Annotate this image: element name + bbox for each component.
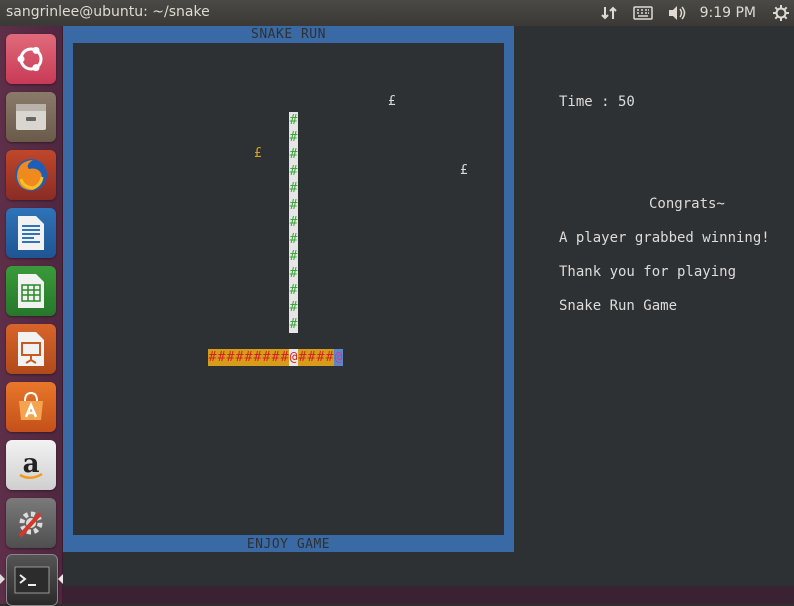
terminal-icon[interactable] bbox=[6, 554, 58, 606]
impress-icon[interactable] bbox=[6, 324, 56, 374]
food-item: £ bbox=[254, 146, 262, 161]
snake-head-player1: @ bbox=[289, 349, 298, 366]
gear-icon[interactable] bbox=[770, 4, 792, 22]
system-tray: 9:19 PM bbox=[592, 0, 794, 26]
snake-segment-horizontal: # bbox=[316, 349, 325, 366]
window-title: sangrinlee@ubuntu: ~/snake bbox=[6, 4, 210, 20]
software-center-icon[interactable] bbox=[6, 382, 56, 432]
game-title: SNAKE RUN bbox=[251, 27, 326, 42]
svg-text:a: a bbox=[23, 449, 40, 479]
calc-icon[interactable] bbox=[6, 266, 56, 316]
launcher-bottom-strip bbox=[63, 586, 794, 604]
snake-segment-horizontal: # bbox=[325, 349, 334, 366]
snake-segment-horizontal: # bbox=[298, 349, 307, 366]
snake-segment-horizontal: # bbox=[226, 349, 235, 366]
food-item: £ bbox=[460, 163, 468, 178]
game-footer: ENJOY GAME bbox=[246, 537, 331, 552]
snake-segment-horizontal: # bbox=[262, 349, 271, 366]
snake-segment-vertical: # bbox=[289, 231, 298, 248]
snake-segment-vertical: # bbox=[289, 197, 298, 214]
snake-head-player2: @ bbox=[334, 349, 343, 366]
snake-segment-horizontal: # bbox=[280, 349, 289, 366]
snake-segment-vertical: # bbox=[289, 299, 298, 316]
snake-segment-vertical: # bbox=[289, 146, 298, 163]
winner-text: A player grabbed winning! bbox=[559, 230, 770, 246]
launcher: a bbox=[0, 26, 63, 606]
snake-segment-horizontal: # bbox=[307, 349, 316, 366]
snake-segment-horizontal: # bbox=[208, 349, 217, 366]
snake-segment-vertical: # bbox=[289, 214, 298, 231]
keyboard-icon[interactable] bbox=[632, 4, 654, 22]
thanks-text: Thank you for playing bbox=[559, 264, 737, 280]
snake-segment-vertical: # bbox=[289, 180, 298, 197]
snake-segment-vertical: # bbox=[289, 265, 298, 282]
clock[interactable]: 9:19 PM bbox=[700, 5, 756, 21]
amazon-icon[interactable]: a bbox=[6, 440, 56, 490]
files-icon[interactable] bbox=[6, 92, 56, 142]
snake-segment-vertical: # bbox=[289, 112, 298, 129]
snake-segment-vertical: # bbox=[289, 248, 298, 265]
volume-icon[interactable] bbox=[666, 4, 688, 22]
snake-segment-vertical: # bbox=[289, 163, 298, 180]
game-board-frame: SNAKE RUN £ £ £ # # # # # # # # # # # # # # # # # # # # # # @ # # # #… bbox=[63, 26, 514, 552]
congrats-text: Congrats~ bbox=[649, 196, 725, 212]
snake-segment-vertical: # bbox=[289, 129, 298, 146]
system-settings-icon[interactable] bbox=[6, 498, 56, 548]
food-item: £ bbox=[388, 94, 396, 109]
snake-segment-horizontal: # bbox=[217, 349, 226, 366]
ubuntu-dash-icon[interactable] bbox=[6, 34, 56, 84]
time-readout: Time : 50 bbox=[559, 94, 635, 110]
firefox-icon[interactable] bbox=[6, 150, 56, 200]
running-indicator bbox=[0, 574, 5, 584]
game-field: £ £ £ # # # # # # # # # # # # # # # # # # # # # # @ # # # # @ bbox=[73, 43, 504, 535]
snake-segment-horizontal: # bbox=[271, 349, 280, 366]
snake-segment-horizontal: # bbox=[235, 349, 244, 366]
network-arrows-icon[interactable] bbox=[598, 4, 620, 22]
snake-segment-horizontal: # bbox=[253, 349, 262, 366]
snake-segment-vertical: # bbox=[289, 282, 298, 299]
terminal-window[interactable]: SNAKE RUN £ £ £ # # # # # # # # # # # # # # # # # # # # # # @ # # # #… bbox=[63, 26, 794, 586]
game-name-text: Snake Run Game bbox=[559, 298, 678, 314]
snake-segment-horizontal: # bbox=[244, 349, 253, 366]
writer-icon[interactable] bbox=[6, 208, 56, 258]
snake-segment-vertical: # bbox=[289, 316, 298, 333]
top-panel: sangrinlee@ubuntu: ~/snake 9:19 PM bbox=[0, 0, 794, 26]
